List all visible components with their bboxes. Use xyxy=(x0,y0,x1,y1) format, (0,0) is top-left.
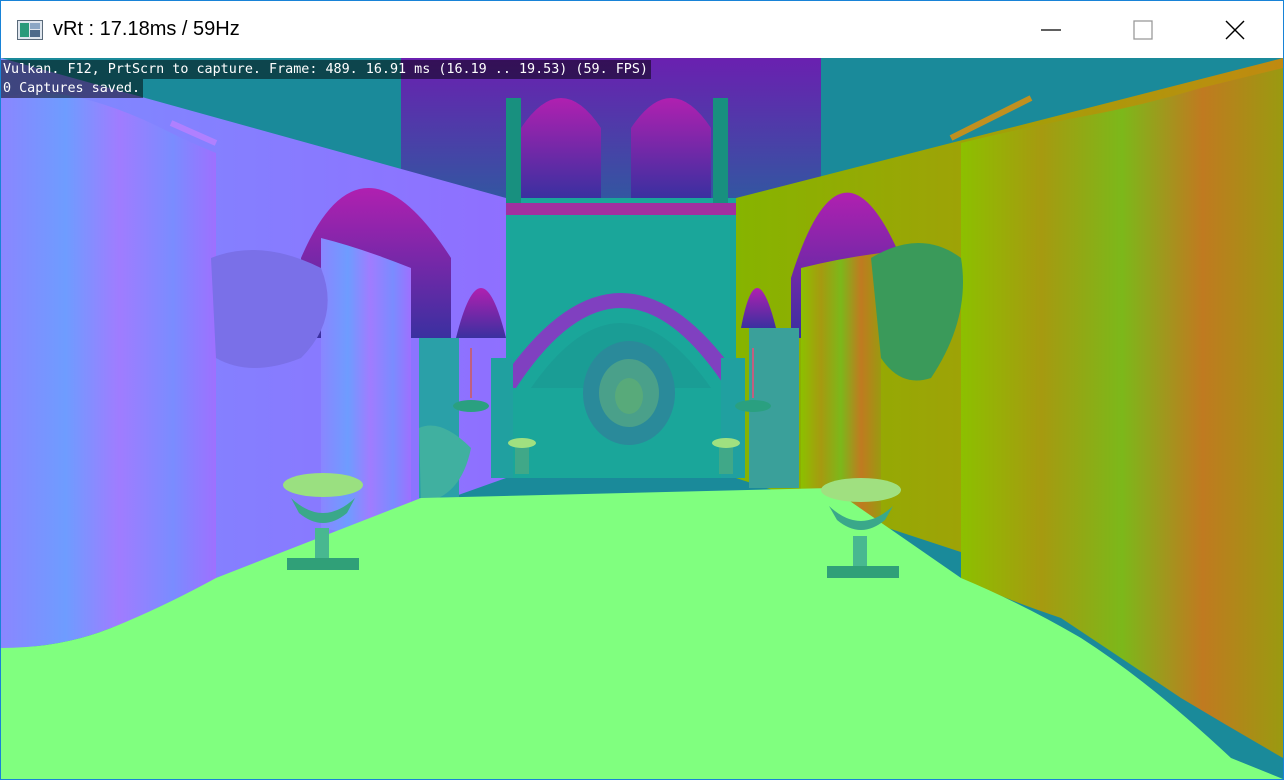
title-bar[interactable]: vRt : 17.18ms / 59Hz xyxy=(1,1,1283,58)
app-window: vRt : 17.18ms / 59Hz Vulkan. F12, PrtScr… xyxy=(0,0,1284,780)
close-icon xyxy=(1225,20,1245,39)
maximize-icon xyxy=(1133,19,1153,40)
application-icon xyxy=(17,20,43,40)
captures-count-text: 0 Captures saved. xyxy=(1,79,144,98)
minimize-button[interactable] xyxy=(1005,1,1097,58)
minimize-icon xyxy=(1041,28,1061,31)
close-button[interactable] xyxy=(1189,1,1281,58)
window-title: vRt : 17.18ms / 59Hz xyxy=(53,18,240,40)
status-overlay: Vulkan. F12, PrtScrn to capture. Frame: … xyxy=(1,60,651,98)
render-viewport[interactable]: Vulkan. F12, PrtScrn to capture. Frame: … xyxy=(1,58,1283,779)
maximize-button[interactable] xyxy=(1097,1,1189,58)
frame-stats-text: Vulkan. F12, PrtScrn to capture. Frame: … xyxy=(1,60,651,79)
normal-map-scene xyxy=(1,58,1283,779)
